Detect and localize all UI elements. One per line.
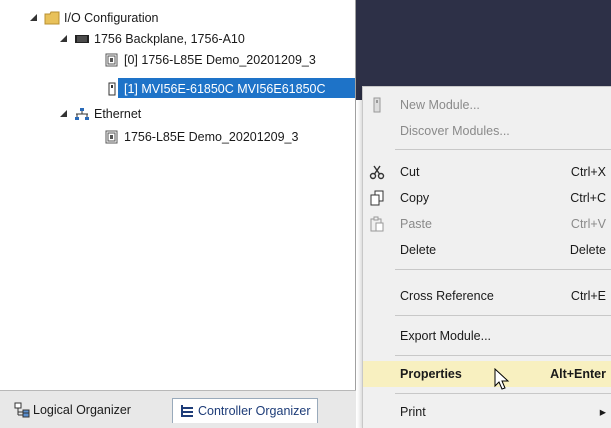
tree-item-label: 1756-L85E Demo_20201209_3	[124, 130, 299, 144]
tab-controller-organizer[interactable]: Controller Organizer	[172, 398, 318, 423]
tree-item-slot1[interactable]: [1] MVI56E-61850C MVI56E61850C	[104, 79, 326, 99]
menu-item-print[interactable]: Print ▸	[363, 399, 611, 425]
tree-item-ethernet[interactable]: Ethernet	[58, 104, 141, 124]
menu-item-label: Properties	[400, 367, 462, 381]
organizer-tab-bar: Logical Organizer Controller Organizer	[0, 390, 356, 428]
tree-item-io-configuration[interactable]: I/O Configuration	[28, 8, 159, 28]
controller-module-icon	[105, 53, 118, 67]
menu-item-shortcut: Ctrl+X	[570, 165, 606, 179]
controller-module-icon	[105, 130, 118, 144]
mouse-pointer-icon	[494, 368, 510, 390]
menu-item-shortcut: Delete	[569, 243, 606, 257]
menu-item-label: Paste	[400, 217, 432, 231]
scissors-icon	[369, 165, 385, 180]
logical-organizer-icon	[14, 402, 30, 418]
menu-item-shortcut: Ctrl+V	[570, 217, 606, 231]
tree-item-label: Ethernet	[94, 107, 142, 121]
io-tree: I/O Configuration 1756 Backplane, 1756-A…	[0, 0, 356, 390]
menu-separator	[395, 393, 611, 394]
copy-icon	[370, 190, 384, 206]
menu-item-label: Export Module...	[400, 329, 492, 343]
menu-item-label: Delete	[400, 243, 437, 257]
menu-item-delete[interactable]: Delete Delete	[363, 237, 611, 263]
editor-pane	[356, 0, 611, 100]
tab-label: Controller Organizer	[198, 404, 311, 418]
tab-label: Logical Organizer	[33, 403, 131, 417]
menu-item-label: Discover Modules...	[400, 124, 510, 138]
tree-item-label: 1756 Backplane, 1756-A10	[94, 32, 245, 46]
menu-item-shortcut: Ctrl+C	[570, 191, 606, 205]
folder-icon	[44, 11, 60, 25]
menu-separator	[395, 149, 611, 150]
tab-logical-organizer[interactable]: Logical Organizer	[14, 398, 131, 422]
menu-item-discover-modules[interactable]: Discover Modules...	[363, 118, 611, 144]
tree-item-ethernet-device[interactable]: 1756-L85E Demo_20201209_3	[104, 127, 298, 147]
tree-item-slot0[interactable]: [0] 1756-L85E Demo_20201209_3	[104, 50, 316, 70]
menu-item-label: Copy	[400, 191, 430, 205]
new-module-icon	[373, 97, 381, 113]
collapse-arrow-icon[interactable]	[58, 33, 70, 45]
menu-item-copy[interactable]: Copy Ctrl+C	[363, 185, 611, 211]
menu-item-label: Cut	[400, 165, 420, 179]
collapse-arrow-icon[interactable]	[28, 12, 40, 24]
menu-item-shortcut: Alt+Enter	[550, 367, 606, 381]
paste-icon	[370, 216, 384, 232]
context-menu: New Module... Discover Modules... Cut Ct…	[362, 86, 611, 428]
network-icon	[75, 108, 89, 120]
controller-organizer-icon	[181, 405, 193, 417]
backplane-icon	[75, 35, 89, 43]
module-icon	[108, 82, 116, 96]
tree-item-label: [0] 1756-L85E Demo_20201209_3	[124, 53, 316, 67]
tree-item-backplane[interactable]: 1756 Backplane, 1756-A10	[58, 29, 245, 49]
menu-separator	[395, 269, 611, 270]
menu-item-export-module[interactable]: Export Module...	[363, 323, 611, 349]
menu-item-cross-reference[interactable]: Cross Reference Ctrl+E	[363, 283, 611, 309]
menu-item-label: Cross Reference	[400, 289, 494, 303]
pane-divider[interactable]	[355, 0, 356, 427]
collapse-arrow-icon[interactable]	[58, 108, 70, 120]
menu-item-label: Print	[400, 405, 426, 419]
menu-item-label: New Module...	[400, 98, 480, 112]
menu-separator	[395, 315, 611, 316]
menu-item-cut[interactable]: Cut Ctrl+X	[363, 159, 611, 185]
tree-item-label: [1] MVI56E-61850C MVI56E61850C	[124, 82, 326, 96]
menu-item-properties[interactable]: Properties Alt+Enter	[363, 361, 611, 387]
menu-separator	[395, 355, 611, 356]
menu-item-paste[interactable]: Paste Ctrl+V	[363, 211, 611, 237]
menu-item-new-module[interactable]: New Module...	[363, 92, 611, 118]
tree-item-label: I/O Configuration	[64, 11, 159, 25]
submenu-arrow-icon: ▸	[599, 405, 606, 419]
menu-item-shortcut: Ctrl+E	[570, 289, 606, 303]
